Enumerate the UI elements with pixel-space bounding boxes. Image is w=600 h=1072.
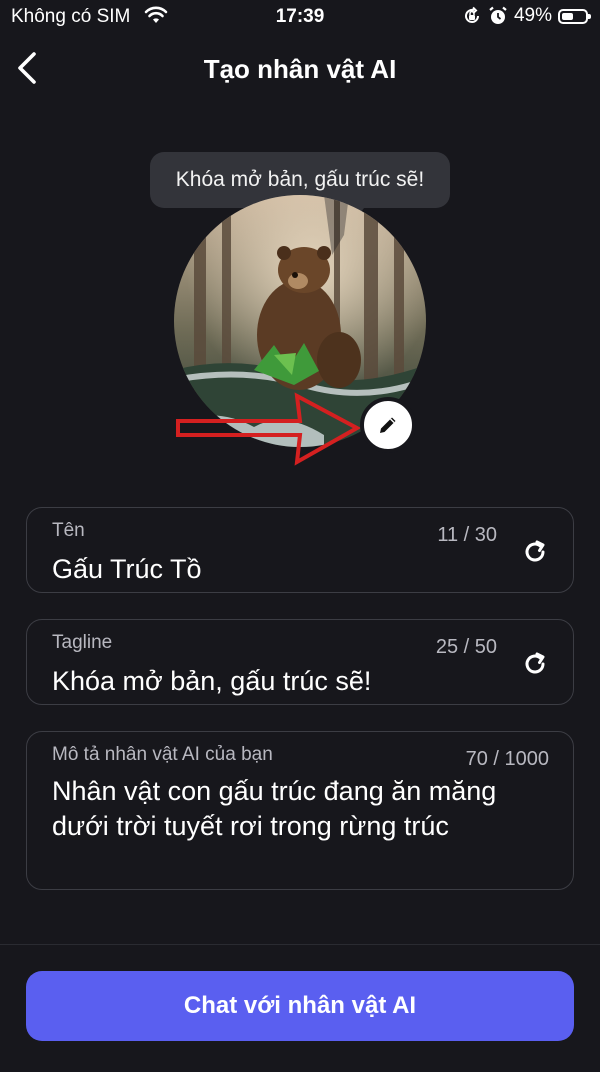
page-title: Tạo nhân vật AI — [203, 54, 397, 84]
nav-header: Tạo nhân vật AI — [0, 40, 600, 96]
name-field[interactable]: Tên 11 / 30 Gấu Trúc Tồ — [26, 507, 574, 593]
bubble-text: Khóa mở bản, gấu trúc sẽ! — [175, 168, 425, 191]
alarm-icon — [489, 6, 507, 24]
name-input[interactable]: Gấu Trúc Tồ — [52, 554, 202, 585]
battery-fill — [562, 12, 573, 20]
orientation-lock-icon — [465, 6, 479, 23]
tagline-input[interactable]: Khóa mở bản, gấu trúc sẽ! — [52, 666, 371, 697]
chat-with-ai-button[interactable]: Chat với nhân vật AI — [26, 971, 574, 1041]
cta-label: Chat với nhân vật AI — [183, 992, 417, 1019]
tagline-char-count: 25 / 50 — [435, 636, 497, 658]
description-field[interactable]: Mô tả nhân vật AI của bạn 70 / 1000 Nhân… — [26, 731, 574, 890]
divider — [0, 944, 600, 945]
tagline-field[interactable]: Tagline 25 / 50 Khóa mở bản, gấu trúc sẽ… — [26, 619, 574, 705]
name-label: Tên — [52, 520, 85, 541]
refresh-icon[interactable] — [521, 650, 549, 678]
description-input[interactable]: Nhân vật con gấu trúc đang ăn măng dưới … — [52, 774, 547, 844]
annotation-arrow — [176, 392, 362, 466]
status-right: 49% — [462, 5, 591, 27]
description-char-count: 70 / 1000 — [465, 748, 549, 770]
description-label: Mô tả nhân vật AI của bạn — [52, 744, 273, 765]
pencil-icon — [380, 417, 396, 433]
edit-avatar-button[interactable] — [360, 397, 416, 453]
name-char-count: 11 / 30 — [437, 524, 497, 546]
battery-percent: 49% — [513, 5, 552, 26]
refresh-icon[interactable] — [521, 538, 549, 566]
status-bar: Không có SIM 17:39 49% — [0, 0, 600, 34]
tagline-label: Tagline — [52, 632, 113, 653]
battery-icon — [558, 8, 591, 24]
